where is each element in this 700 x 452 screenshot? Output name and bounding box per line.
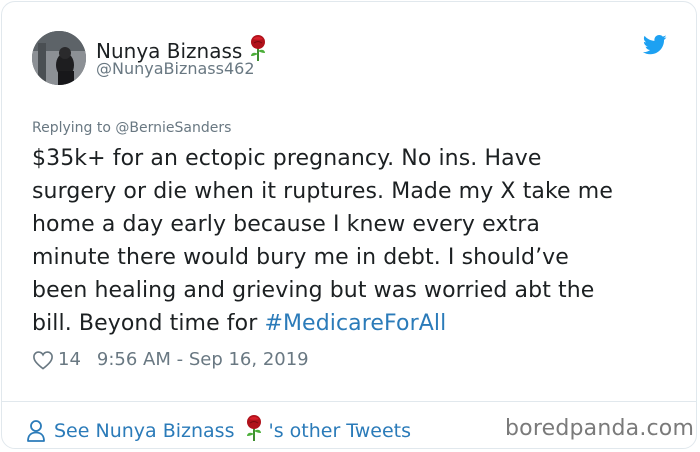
tweet-line: minute there would bury me in debt. I sh… xyxy=(32,245,569,270)
tweet-line: home a day early because I knew every ex… xyxy=(32,212,540,237)
person-icon xyxy=(27,419,45,442)
like-count[interactable]: 14 xyxy=(58,349,81,370)
tweet-line: surgery or die when it ruptures. Made my… xyxy=(32,179,613,204)
tweet-line: bill. Beyond time for xyxy=(32,311,265,336)
heart-icon[interactable] xyxy=(32,350,54,370)
rose-emoji-icon xyxy=(244,414,264,447)
tweet-meta: 14 9:56 AM - Sep 16, 2019 xyxy=(32,349,309,370)
tweet-line: been healing and grieving but was worrie… xyxy=(32,278,595,303)
boredpanda-watermark: boredpanda.com xyxy=(505,416,695,441)
see-other-tweets-link[interactable]: See Nunya Biznass 's other Tweets xyxy=(26,414,411,447)
see-other-tweets-prefix[interactable]: See Nunya Biznass xyxy=(54,420,234,442)
see-other-tweets-suffix[interactable]: 's other Tweets xyxy=(268,420,411,442)
avatar-image xyxy=(32,31,86,85)
footer-divider xyxy=(1,401,697,402)
timestamp[interactable]: 9:56 AM - Sep 16, 2019 xyxy=(97,349,309,370)
author-handle[interactable]: @NunyaBiznass462 xyxy=(96,59,255,79)
replying-to[interactable]: Replying to @BernieSanders xyxy=(32,119,231,137)
tweet-line: $35k+ for an ectopic pregnancy. No ins. … xyxy=(32,146,542,171)
avatar[interactable] xyxy=(32,31,86,85)
twitter-bird-icon[interactable] xyxy=(643,34,667,56)
hashtag-link[interactable]: #MedicareForAll xyxy=(264,311,446,336)
tweet-text: $35k+ for an ectopic pregnancy. No ins. … xyxy=(32,142,682,340)
